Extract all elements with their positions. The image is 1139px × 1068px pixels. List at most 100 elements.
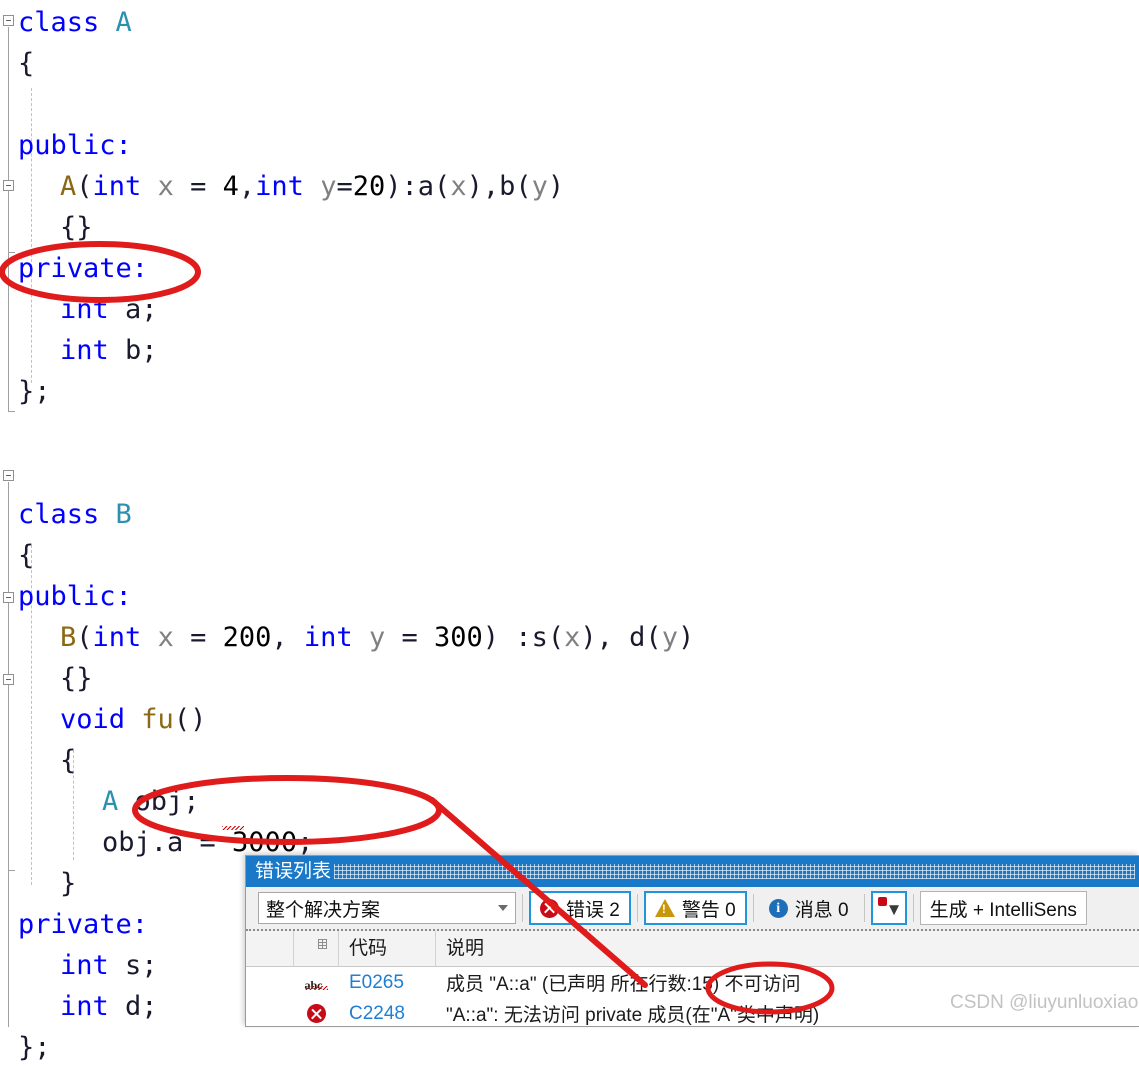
code-line: { [18, 43, 34, 84]
code-token: 3000 [232, 827, 298, 858]
code-token: x [564, 622, 581, 653]
code-token: ( [515, 171, 532, 202]
code-token: b; [108, 335, 158, 366]
toolbar-divider [912, 894, 914, 922]
code-token: ( [76, 622, 93, 653]
code-token: ) [466, 171, 483, 202]
code-line: { [18, 535, 34, 576]
code-line: }; [18, 371, 51, 412]
toolbar-divider [636, 894, 638, 922]
code-token: , [482, 171, 500, 202]
toolbar-divider [522, 894, 523, 922]
collapse-box-ctor-a[interactable] [3, 180, 14, 191]
code-token: { [18, 540, 35, 571]
abc-squiggle-icon: abc [304, 973, 329, 993]
column-header-blank [246, 930, 294, 967]
block-end-tick-fu [8, 870, 15, 871]
block-end-tick-ctor-a [8, 252, 15, 253]
code-token: ) [385, 171, 402, 202]
code-token: int [60, 991, 109, 1022]
code-token: int [60, 294, 109, 325]
code-token: y [320, 171, 337, 202]
code-token: , [271, 622, 304, 653]
panel-drag-grip[interactable] [334, 864, 1135, 879]
messages-toggle-label: 消息 0 [794, 899, 849, 921]
code-token: , [238, 171, 256, 202]
error-list-title-bar[interactable]: 错误列表 [246, 856, 1139, 887]
code-token: ) : [482, 622, 532, 653]
code-line: { [60, 740, 76, 781]
row-code-cell[interactable]: C2248 [339, 1003, 436, 1025]
code-token: {} [60, 212, 93, 243]
error-filter-icon: ▼ [877, 896, 902, 920]
code-line: int s; [60, 945, 158, 986]
code-token: B [115, 499, 132, 530]
column-header-description[interactable]: 说明 [436, 931, 1139, 967]
code-token: x [157, 622, 174, 653]
code-line: public: [18, 576, 132, 617]
code-token: = [173, 622, 223, 653]
code-token: {} [60, 663, 93, 694]
code-token: 200 [222, 622, 272, 653]
warning-triangle-icon [654, 899, 675, 917]
error-circle-icon [540, 898, 559, 918]
code-token: private: [18, 253, 149, 284]
collapse-box-class-b[interactable] [3, 470, 14, 481]
error-filter-button[interactable]: ▼ [870, 891, 907, 925]
code-token: }; [18, 376, 51, 407]
block-end-tick-class-a [8, 411, 15, 412]
toolbar-divider [863, 894, 865, 922]
code-token: int [92, 622, 142, 653]
code-line: A obj; [102, 781, 200, 822]
code-token: a; [108, 294, 158, 325]
row-code-cell[interactable]: E0265 [339, 972, 436, 994]
code-token: y [531, 171, 548, 202]
errors-toggle-button[interactable]: 错误 2 [529, 891, 631, 925]
code-token: obj.a = [102, 827, 233, 858]
row-severity-cell: abc [294, 973, 339, 993]
info-circle-icon: i [768, 898, 788, 918]
column-header-severity[interactable] [294, 930, 339, 967]
code-line: class A [18, 2, 132, 43]
code-token: public: [18, 581, 132, 612]
block-bar-class-a [8, 27, 9, 411]
code-line: {} [60, 658, 93, 699]
code-token: void [60, 704, 126, 735]
build-source-dropdown[interactable]: 生成 + IntelliSens [919, 891, 1087, 925]
code-line: }; [18, 1027, 51, 1068]
code-token: 300 [434, 622, 483, 653]
scope-filter-dropdown[interactable]: 整个解决方案 [258, 892, 516, 924]
code-token: { [60, 745, 77, 776]
code-token: b [499, 171, 516, 202]
code-line: public: [18, 125, 132, 166]
code-token: int [92, 171, 142, 202]
error-list-toolbar[interactable]: 整个解决方案 错误 2 警告 0 i 消息 0 ▼ 生成 + IntelliSe… [246, 887, 1139, 931]
collapse-box-fu[interactable] [3, 674, 14, 685]
collapse-box-class-a[interactable] [3, 15, 14, 26]
code-token: private: [18, 909, 149, 940]
chevron-down-icon [498, 905, 508, 911]
code-token: ) [547, 171, 565, 202]
row-severity-cell [294, 1004, 339, 1023]
error-list-column-headers[interactable]: 代码 说明 [246, 930, 1139, 967]
code-token: } [60, 868, 77, 899]
code-token: x [157, 171, 174, 202]
collapse-box-ctor-b[interactable] [3, 592, 14, 603]
code-token: ( [645, 622, 662, 653]
code-line: void fu() [60, 699, 206, 740]
code-token: A [115, 7, 132, 38]
code-line: private: [18, 248, 148, 289]
code-token: x [450, 171, 467, 202]
code-token: 20 [352, 171, 386, 202]
column-header-code[interactable]: 代码 [339, 930, 436, 967]
code-line: int b; [60, 330, 158, 371]
editor-gutter[interactable] [0, 0, 18, 1027]
messages-toggle-button[interactable]: i 消息 0 [760, 891, 858, 925]
code-token: class [18, 499, 116, 530]
code-line: B(int x = 200, int y = 300) :s(x), d(y) [60, 617, 694, 658]
code-token: A [102, 786, 119, 817]
code-token: int [60, 950, 109, 981]
warnings-toggle-button[interactable]: 警告 0 [643, 891, 747, 925]
